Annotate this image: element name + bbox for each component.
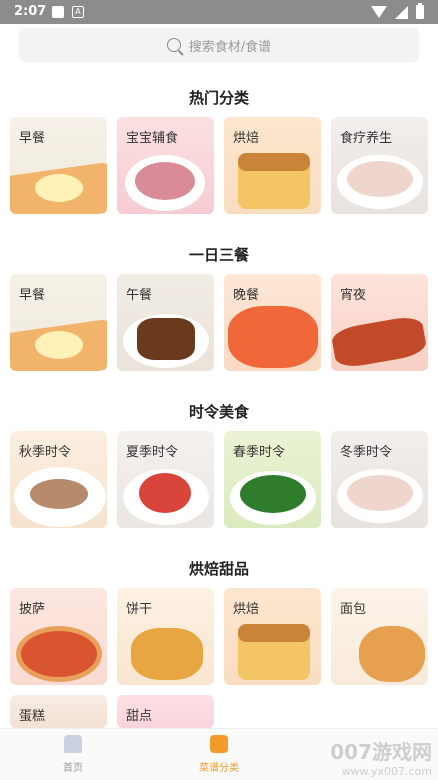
dessert-card-bread[interactable]: 面包: [331, 588, 428, 685]
dessert-card-cake[interactable]: 蛋糕: [10, 695, 107, 728]
meal-card-late-night[interactable]: 宵夜: [331, 274, 428, 371]
dessert-label: 甜点: [126, 709, 153, 724]
dessert-card-baking[interactable]: 烘焙: [224, 588, 321, 685]
notification-icon: [52, 6, 64, 18]
category-label: 食疗养生: [340, 131, 393, 146]
category-label: 宝宝辅食: [126, 131, 179, 146]
search-placeholder: 搜索食材/食谱: [188, 39, 272, 55]
category-card-baking[interactable]: 烘焙: [224, 117, 321, 214]
tab-recipe-categories[interactable]: 菜谱分类: [189, 735, 249, 774]
season-card-winter[interactable]: 冬季时令: [331, 431, 428, 528]
recipe-book-icon: [210, 735, 228, 753]
meal-card-lunch[interactable]: 午餐: [117, 274, 214, 371]
tab-home[interactable]: 首页: [43, 735, 103, 774]
section-title-baking-desserts: 烘焙甜品: [188, 560, 249, 578]
battery-icon: [416, 3, 424, 19]
home-icon: [64, 735, 82, 753]
category-label: 早餐: [19, 131, 46, 146]
section-title-three-meals: 一日三餐: [188, 246, 249, 264]
watermark: 007游戏网 www.yx007.com: [330, 736, 432, 778]
season-card-summer[interactable]: 夏季时令: [117, 431, 214, 528]
season-label: 春季时令: [233, 445, 286, 460]
section-title-seasonal: 时令美食: [188, 403, 249, 421]
search-icon: [166, 38, 181, 52]
section-title-hot: 热门分类: [188, 89, 249, 107]
dessert-label: 蛋糕: [19, 709, 46, 724]
dessert-card-cookies[interactable]: 饼干: [117, 588, 214, 685]
meal-label: 宵夜: [340, 288, 367, 303]
tab-home-label: 首页: [63, 763, 83, 774]
signal-icon: [395, 5, 408, 19]
category-card-therapy[interactable]: 食疗养生: [331, 117, 428, 214]
season-card-spring[interactable]: 春季时令: [224, 431, 321, 528]
tab-recipes-label: 菜谱分类: [199, 763, 239, 774]
meal-label: 早餐: [19, 288, 46, 303]
meal-card-dinner[interactable]: 晚餐: [224, 274, 321, 371]
meal-label: 午餐: [126, 288, 153, 303]
watermark-main: 007游戏网: [330, 740, 432, 764]
dessert-label: 烘焙: [233, 602, 260, 617]
hot-category-grid: 早餐 宝宝辅食 烘焙 食疗养生: [10, 117, 428, 214]
season-label: 冬季时令: [340, 445, 393, 460]
search-input[interactable]: 搜索食材/食谱: [19, 28, 419, 62]
bottom-tab-bar: 首页 菜谱分类 007游戏网 www.yx007.com: [0, 728, 438, 780]
category-label: 烘焙: [233, 131, 260, 146]
dessert-card-sweets[interactable]: 甜点: [117, 695, 214, 728]
status-time: 2:07: [14, 4, 47, 19]
dessert-card-pizza[interactable]: 披萨: [10, 588, 107, 685]
status-bar: 2:07 A: [0, 0, 438, 24]
app-notification-icon: A: [72, 6, 84, 18]
baking-grid-row1: 披萨 饼干 烘焙 面包: [10, 588, 428, 685]
meal-card-breakfast[interactable]: 早餐: [10, 274, 107, 371]
meal-label: 晚餐: [233, 288, 260, 303]
season-card-autumn[interactable]: 秋季时令: [10, 431, 107, 528]
seasonal-grid: 秋季时令 夏季时令 春季时令 冬季时令: [10, 431, 428, 528]
season-label: 秋季时令: [19, 445, 72, 460]
category-card-breakfast[interactable]: 早餐: [10, 117, 107, 214]
season-label: 夏季时令: [126, 445, 179, 460]
baking-grid-row2: 蛋糕 甜点: [10, 695, 428, 728]
dessert-label: 披萨: [19, 602, 46, 617]
three-meals-grid: 早餐 午餐 晚餐 宵夜: [10, 274, 428, 371]
wifi-icon: [371, 6, 387, 18]
category-card-baby-food[interactable]: 宝宝辅食: [117, 117, 214, 214]
dessert-label: 饼干: [126, 602, 153, 617]
dessert-label: 面包: [340, 602, 367, 617]
watermark-sub: www.yx007.com: [341, 765, 432, 778]
